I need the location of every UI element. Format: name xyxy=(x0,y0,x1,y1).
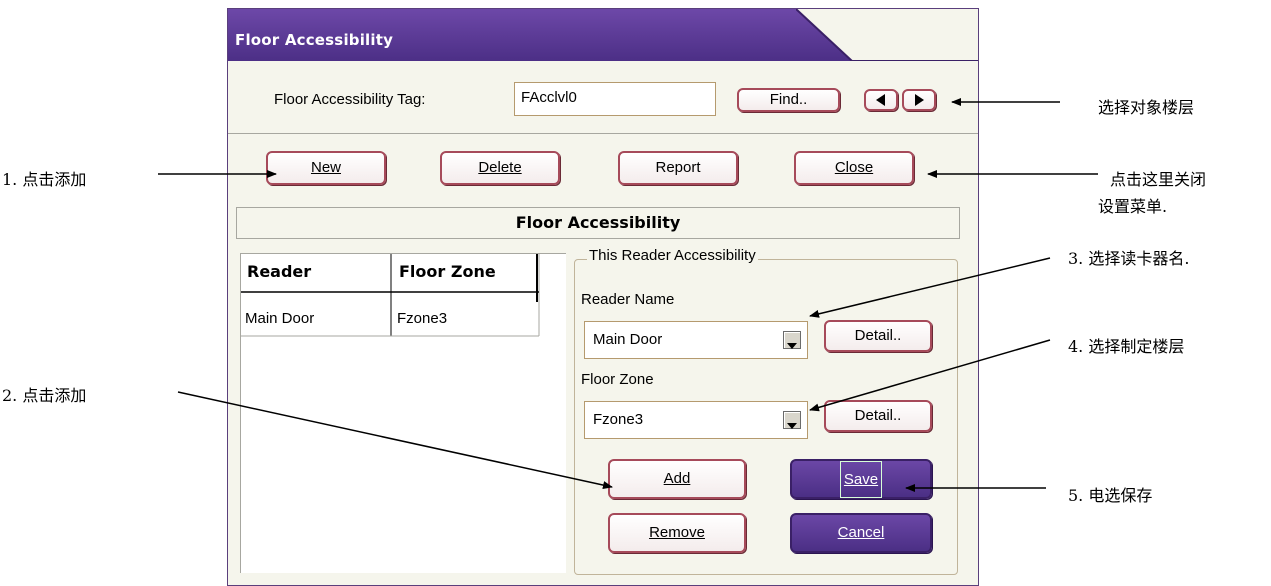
arrow-reader xyxy=(809,257,1051,318)
arrow-floor xyxy=(809,339,1051,412)
arrow-add xyxy=(177,391,613,489)
annotation-arrows xyxy=(158,98,1098,492)
